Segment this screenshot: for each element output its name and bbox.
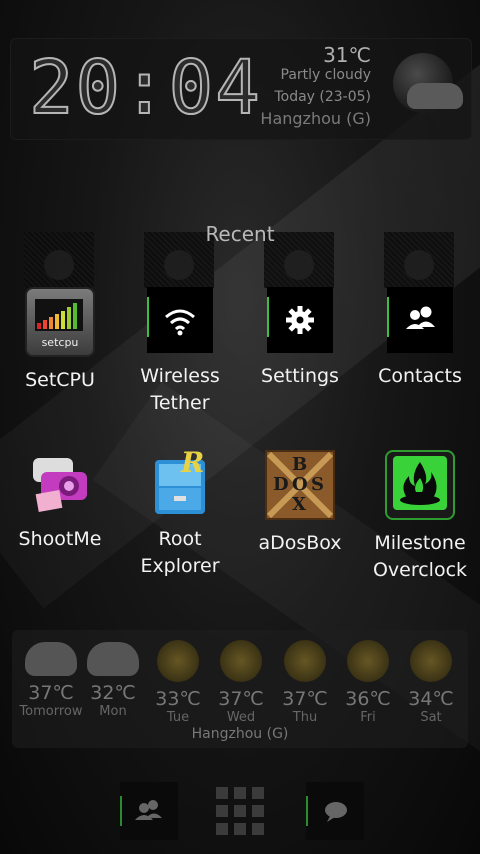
app-shootme[interactable]: ShootMe [0, 450, 120, 553]
app-adosbox[interactable]: B O D S X aDosBox [240, 450, 360, 557]
recent-title: Recent [205, 222, 275, 246]
dock-messaging-button[interactable] [306, 782, 364, 840]
forecast-day: 34℃ Sat [399, 630, 463, 725]
app-root-explorer[interactable]: R Root Explorer [120, 446, 240, 580]
app-label: Root Explorer [140, 528, 220, 577]
clock-weather-widget[interactable]: 20:04 31℃ Partly cloudy Today (23-05) Ha… [10, 38, 472, 140]
root-letter: R [181, 446, 205, 479]
forecast-temp: 36℃ [345, 688, 391, 710]
app-label: Settings [261, 365, 339, 387]
chat-bubble-icon [325, 802, 347, 822]
forecast-temp: 37℃ [28, 682, 74, 704]
forecast-day-name: Tomorrow [19, 704, 83, 719]
weather-city: Hangzhou (G) [260, 109, 371, 128]
dosbox-letter: O [292, 474, 308, 495]
forecast-day-name: Mon [99, 704, 127, 719]
weather-condition: Partly cloudy [280, 67, 371, 83]
wifi-icon [147, 287, 213, 353]
rain-cloud-icon [87, 642, 139, 676]
app-label: ShootMe [18, 528, 102, 550]
forecast-day-name: Sat [420, 710, 442, 725]
forecast-day-name: Thu [292, 710, 318, 725]
setcpu-icon: setcpu [25, 287, 95, 357]
weather-forecast-widget[interactable]: 37℃ Tomorrow 32℃ Mon 33℃ Tue 37℃ Wed 37℃… [12, 630, 468, 748]
clock-time: 20:04 [28, 44, 262, 132]
forecast-temp: 33℃ [155, 688, 201, 710]
app-wireless-tether[interactable]: Wireless Tether [120, 287, 240, 417]
sun-icon [410, 640, 452, 682]
current-temperature: 31℃ [323, 43, 371, 67]
forecast-day: 37℃ Wed [209, 630, 273, 725]
sun-cloud-icon [157, 640, 199, 682]
forecast-temp: 37℃ [282, 688, 328, 710]
app-label: aDosBox [258, 532, 342, 554]
forecast-day-name: Wed [226, 710, 256, 725]
forecast-temp: 34℃ [408, 688, 454, 710]
app-contacts[interactable]: Contacts [360, 287, 480, 390]
gear-icon [267, 287, 333, 353]
dosbox-letter: D [273, 474, 289, 495]
contacts-icon [387, 287, 453, 353]
file-cabinet-icon: R [147, 446, 213, 516]
weather-date: Today (23-05) [274, 89, 371, 105]
camera-icon [27, 450, 93, 516]
app-settings[interactable]: Settings [240, 287, 360, 390]
app-label: Milestone Overclock [372, 532, 468, 581]
app-label: Wireless Tether [140, 365, 220, 414]
rain-cloud-icon [25, 642, 77, 676]
app-drawer-icon[interactable] [216, 787, 264, 835]
forecast-temp: 37℃ [218, 688, 264, 710]
dosbox-letter: B [292, 454, 308, 475]
app-label: Contacts [378, 365, 462, 387]
cloud-icon [407, 83, 463, 109]
flame-icon [385, 450, 455, 520]
sun-icon [220, 640, 262, 682]
forecast-day: 32℃ Mon [81, 630, 145, 719]
dosbox-letter: S [311, 474, 324, 495]
forecast-day: 36℃ Fri [336, 630, 400, 725]
sun-icon [284, 640, 326, 682]
setcpu-badge: setcpu [41, 336, 79, 349]
forecast-day-name: Fri [360, 710, 376, 725]
sun-icon [347, 640, 389, 682]
forecast-day: 37℃ Tomorrow [19, 630, 83, 719]
contacts-icon [135, 800, 162, 820]
dock-contacts-button[interactable] [120, 782, 178, 840]
app-setcpu[interactable]: setcpu SetCPU [0, 287, 120, 394]
dosbox-icon: B O D S X [265, 450, 335, 520]
app-label: SetCPU [25, 369, 95, 391]
dosbox-letter: X [292, 494, 306, 515]
forecast-day: 37℃ Thu [273, 630, 337, 725]
forecast-day-name: Tue [166, 710, 190, 725]
app-milestone-overclock[interactable]: Milestone Overclock [360, 450, 480, 584]
forecast-temp: 32℃ [90, 682, 136, 704]
forecast-city: Hangzhou (G) [191, 726, 289, 742]
forecast-day: 33℃ Tue [146, 630, 210, 725]
